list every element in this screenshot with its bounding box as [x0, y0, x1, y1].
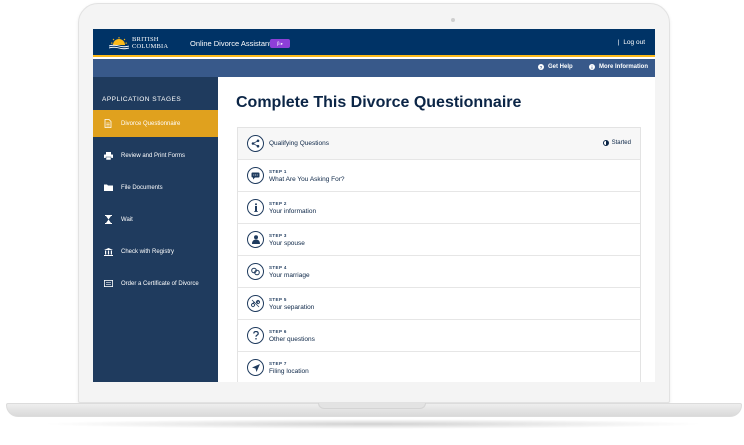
- broken-link-icon: [247, 295, 264, 312]
- step-5-row[interactable]: STEP 5 Your separation: [238, 288, 640, 320]
- sidebar-item-label: Order a Certificate of Divorce: [121, 280, 199, 287]
- logout-link[interactable]: | Log out: [618, 39, 645, 46]
- sidebar-item-label: Divorce Questionnaire: [121, 120, 181, 127]
- app-screen: BRITISH COLUMBIA Online Divorce Assistan…: [93, 29, 655, 382]
- camera-dot: [451, 18, 455, 22]
- sidebar-item-label: Wait: [121, 216, 133, 223]
- printer-icon: [102, 151, 114, 160]
- step-3-row[interactable]: STEP 3 Your spouse: [238, 224, 640, 256]
- sidebar: APPLICATION STAGES Divorce Questionnaire…: [93, 77, 218, 382]
- courthouse-icon: [102, 247, 114, 256]
- step-number: STEP 3: [269, 233, 287, 238]
- step-label: Other questions: [269, 336, 315, 343]
- sub-nav-bar: ? Get Help i More Information: [93, 59, 655, 77]
- location-arrow-icon: [247, 359, 264, 376]
- question-icon: [247, 327, 264, 344]
- step-2-row[interactable]: STEP 2 Your information: [238, 192, 640, 224]
- sidebar-item-order-certificate[interactable]: Order a Certificate of Divorce: [93, 270, 218, 297]
- status-badge: Started: [602, 140, 631, 146]
- get-help-label: Get Help: [548, 64, 573, 70]
- sun-logo-icon: [108, 36, 130, 51]
- folder-icon: [102, 184, 114, 191]
- steps-list: Qualifying Questions Started STEP 1 What…: [237, 127, 641, 382]
- laptop-shadow: [40, 419, 706, 429]
- question-circle-icon: ?: [538, 64, 544, 70]
- bc-logo[interactable]: BRITISH COLUMBIA: [108, 32, 175, 54]
- sidebar-item-label: File Documents: [121, 184, 163, 191]
- step-label: Your spouse: [269, 240, 305, 247]
- step-7-row[interactable]: STEP 7 Filing location: [238, 352, 640, 382]
- step-label: Your separation: [269, 304, 315, 311]
- logout-label: Log out: [623, 39, 645, 46]
- half-circle-icon: [602, 140, 609, 146]
- step-number: STEP 5: [269, 297, 287, 302]
- share-icon: [247, 135, 264, 152]
- step-1-row[interactable]: STEP 1 What Are You Asking For?: [238, 160, 640, 192]
- header-bar: BRITISH COLUMBIA Online Divorce Assistan…: [93, 29, 655, 57]
- hourglass-icon: [102, 215, 114, 224]
- sidebar-heading: APPLICATION STAGES: [102, 96, 182, 103]
- certificate-icon: [102, 280, 114, 287]
- step-label: Filing location: [269, 368, 309, 375]
- qualifying-questions-row[interactable]: Qualifying Questions Started: [238, 128, 640, 160]
- info-icon: [247, 199, 264, 216]
- status-label: Started: [611, 140, 631, 146]
- qualifying-questions-label: Qualifying Questions: [269, 140, 329, 147]
- person-icon: [247, 231, 264, 248]
- step-number: STEP 6: [269, 329, 287, 334]
- document-icon: [102, 119, 114, 128]
- beta-badge[interactable]: β ▸: [270, 39, 290, 48]
- step-6-row[interactable]: STEP 6 Other questions: [238, 320, 640, 352]
- step-number: STEP 2: [269, 201, 287, 206]
- sidebar-item-wait[interactable]: Wait: [93, 206, 218, 233]
- sidebar-item-file-documents[interactable]: File Documents: [93, 174, 218, 201]
- step-label: What Are You Asking For?: [269, 176, 345, 183]
- sidebar-item-divorce-questionnaire[interactable]: Divorce Questionnaire: [93, 110, 218, 137]
- sidebar-item-label: Check with Registry: [121, 248, 175, 255]
- logo-line-1: BRITISH: [132, 36, 159, 43]
- step-number: STEP 7: [269, 361, 287, 366]
- app-title: Online Divorce Assistant: [190, 39, 272, 48]
- more-information-label: More Information: [599, 64, 648, 70]
- main-content: Complete This Divorce Questionnaire Qual…: [218, 77, 655, 382]
- speech-bubble-icon: [247, 167, 264, 184]
- step-number: STEP 4: [269, 265, 287, 270]
- rings-icon: [247, 263, 264, 280]
- step-label: Your marriage: [269, 272, 310, 279]
- step-label: Your information: [269, 208, 317, 215]
- sidebar-item-check-with-registry[interactable]: Check with Registry: [93, 238, 218, 265]
- page-title: Complete This Divorce Questionnaire: [236, 94, 522, 111]
- more-information-link[interactable]: i More Information: [589, 64, 648, 70]
- info-circle-icon: i: [589, 64, 595, 70]
- step-4-row[interactable]: STEP 4 Your marriage: [238, 256, 640, 288]
- separator: |: [617, 39, 620, 46]
- get-help-link[interactable]: ? Get Help: [538, 64, 573, 70]
- sidebar-item-label: Review and Print Forms: [121, 152, 186, 159]
- sidebar-item-review-and-print[interactable]: Review and Print Forms: [93, 142, 218, 169]
- laptop-notch: [318, 403, 426, 409]
- step-number: STEP 1: [269, 169, 287, 174]
- logo-line-2: COLUMBIA: [132, 43, 169, 50]
